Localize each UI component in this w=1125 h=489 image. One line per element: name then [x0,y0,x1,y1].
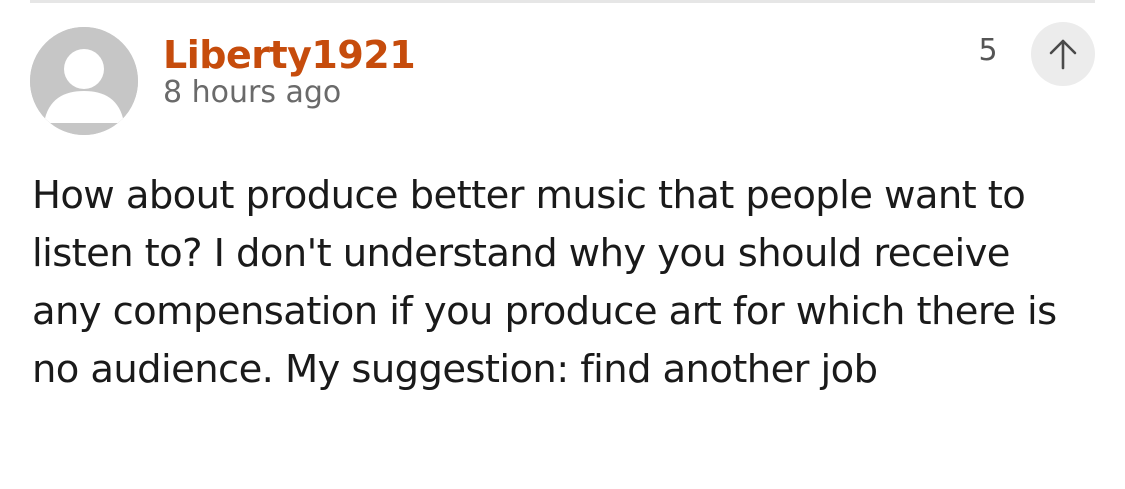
avatar[interactable] [30,27,138,135]
comment-card: Liberty1921 8 hours ago 5 How about prod… [0,0,1125,489]
vote-count: 5 [978,33,998,68]
comment-timestamp: 8 hours ago [163,75,342,110]
comment-body: How about produce better music that peop… [32,173,1057,392]
upvote-button[interactable] [1031,22,1095,86]
user-silhouette-icon [30,27,138,135]
author-name[interactable]: Liberty1921 [163,29,416,81]
arrow-up-icon [1049,39,1077,70]
